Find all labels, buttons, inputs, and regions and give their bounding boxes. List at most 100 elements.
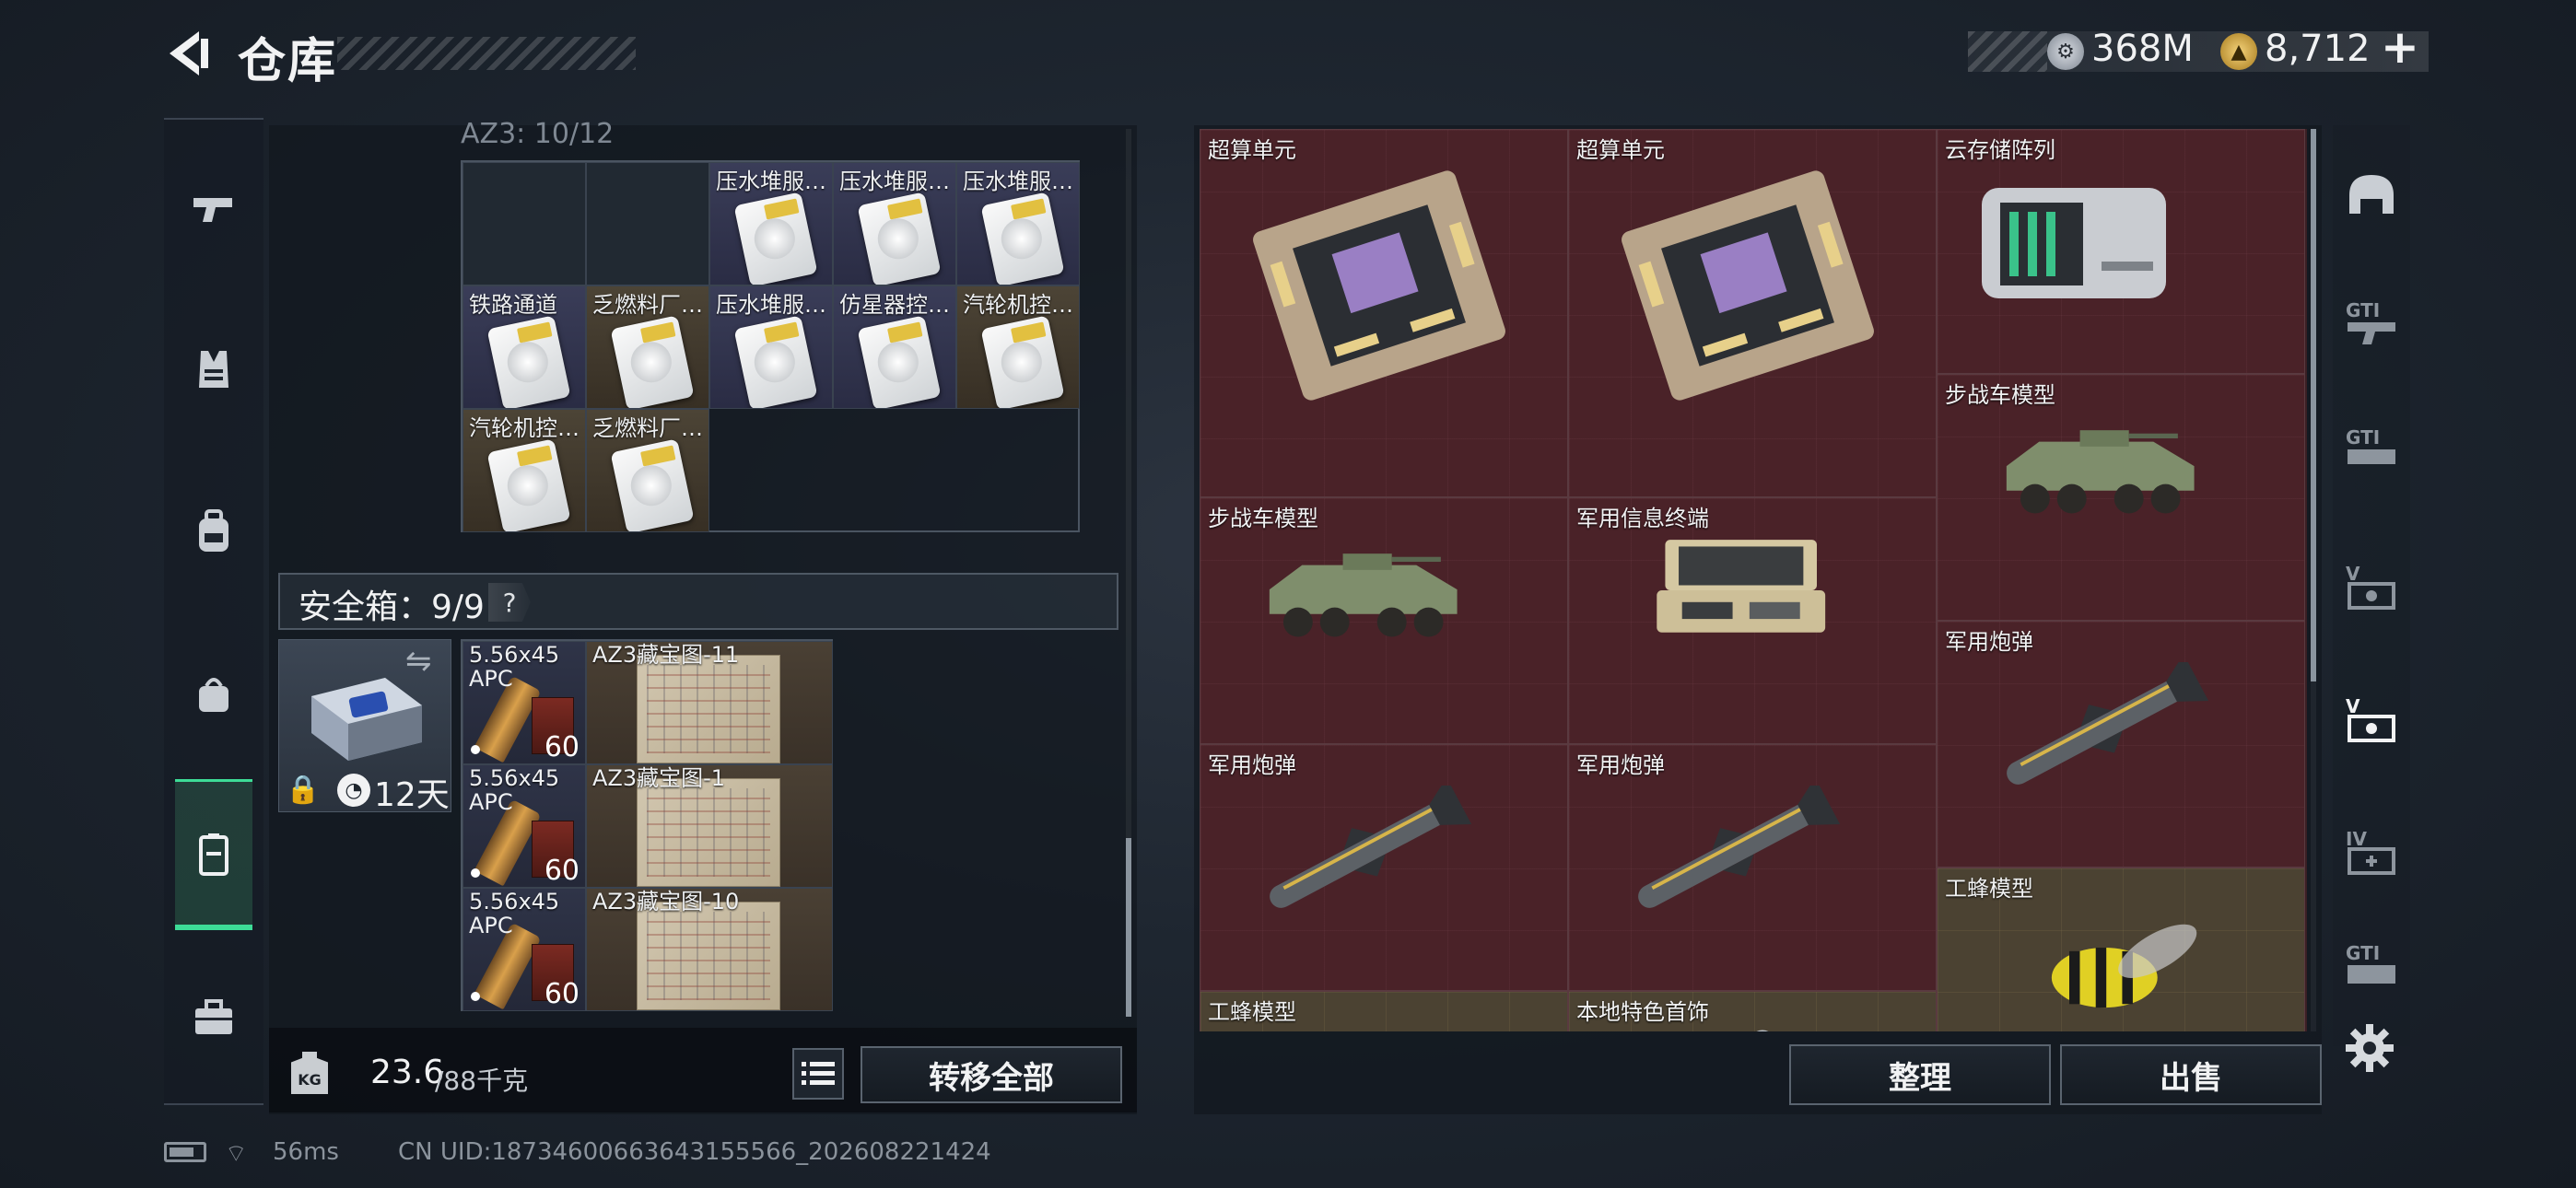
transfer-all-button[interactable]: 转移全部 (861, 1046, 1122, 1103)
loot-item[interactable]: 步战车模型 (1937, 374, 2305, 621)
storage-item-label: 乏燃料厂… (592, 415, 703, 441)
sell-button[interactable]: 出售 (2060, 1044, 2322, 1105)
storage-item[interactable]: 压水堆服… (956, 162, 1080, 285)
loot-item[interactable]: 超算单元 (1568, 129, 1937, 497)
storage-item-label: 汽轮机控… (963, 292, 1073, 318)
briefcase-icon (195, 999, 232, 1034)
storage-item[interactable]: 乏燃料厂… (586, 285, 709, 409)
keycard-icon (980, 192, 1065, 285)
safebox-item-label: AZ3藏宝图-11 (592, 642, 740, 668)
nav-storage[interactable] (175, 779, 252, 930)
circuit-board-icon (1253, 170, 1505, 401)
add-currency-button[interactable]: + (2381, 20, 2419, 74)
loot-item-label: 步战车模型 (1208, 506, 1318, 531)
storage-item-label: 铁路通道 (469, 292, 557, 318)
storage-item-label: 乏燃料厂… (592, 292, 703, 318)
list-view-button[interactable] (792, 1048, 844, 1100)
nav-toolbox[interactable] (175, 967, 252, 1068)
keycard-icon (610, 438, 695, 531)
rnav-v-2[interactable]: V (2338, 678, 2405, 763)
svg-text:GTI: GTI (2346, 299, 2380, 321)
storage-scroll-thumb[interactable] (1126, 838, 1131, 1017)
stack-dot-icon (471, 992, 480, 1001)
ammo-type-label: APC (469, 666, 513, 692)
nav-weapons[interactable] (175, 157, 252, 258)
settings-gear-icon[interactable] (2344, 1022, 2395, 1074)
storage-item-label: 仿星器控… (839, 292, 950, 318)
loot-item[interactable]: 步战车模型 (1200, 497, 1568, 744)
sort-button[interactable]: 整理 (1789, 1044, 2051, 1105)
loot-item-label: 云存储阵列 (1945, 137, 2055, 163)
loot-item[interactable]: 工蜂模型 (1937, 868, 2305, 1031)
loot-item[interactable]: 军用炮弹 (1937, 621, 2305, 868)
rnav-v-1[interactable]: V (2338, 545, 2405, 630)
weight-max: /88千克 (435, 1066, 529, 1096)
loot-item[interactable]: 超算单元 (1200, 129, 1568, 497)
stack-dot-icon (471, 745, 480, 754)
safebox-ammo-item[interactable]: 5.56x45 APC 60 (463, 888, 586, 1011)
safebox-map-item[interactable]: AZ3藏宝图-1 (586, 764, 833, 888)
gold-coin-icon: ▲ (2220, 33, 2257, 70)
rnav-helmet[interactable] (2338, 155, 2405, 239)
loot-item[interactable]: 工蜂模型 (1200, 991, 1568, 1031)
helmet-icon (2349, 175, 2394, 214)
ammo-type-label: APC (469, 913, 513, 938)
category-sidebar (164, 118, 263, 1105)
loot-item[interactable]: 本地特色首饰 (1568, 991, 1937, 1031)
keycard-icon (486, 438, 571, 531)
safebox-grid: 5.56x45 APC 60 AZ3藏宝图-11 5.56x45 APC 60 AZ3藏宝图-… (461, 639, 833, 1011)
nav-armor[interactable] (175, 319, 252, 420)
loot-item[interactable]: 军用信息终端 (1568, 497, 1937, 744)
storage-item[interactable]: 铁路通道 (463, 285, 586, 409)
storage-item[interactable]: 压水堆服… (709, 162, 833, 285)
v-case-active-icon: V (2346, 695, 2395, 742)
nav-backpack[interactable] (175, 481, 252, 582)
ammo-type-label: APC (469, 789, 513, 815)
svg-text:V: V (2346, 563, 2360, 585)
storage-item-label: 压水堆服… (716, 169, 826, 194)
loot-item[interactable]: 军用炮弹 (1568, 744, 1937, 991)
safebox-help-button[interactable]: ? (488, 583, 531, 622)
backpack-icon (199, 509, 228, 552)
clock-icon: ◔ (337, 774, 370, 807)
safebox-label: 安全箱：9/9 (299, 588, 485, 626)
safebox-map-item[interactable]: AZ3藏宝图-11 (586, 641, 833, 764)
keycard-icon (857, 192, 942, 285)
loot-item-label: 军用炮弹 (1208, 752, 1296, 778)
loot-item-label: 步战车模型 (1945, 382, 2055, 408)
storage-item[interactable]: 乏燃料厂… (586, 409, 709, 532)
rnav-gti-3[interactable]: GTI (2338, 930, 2405, 1004)
loot-item-label: 工蜂模型 (1945, 876, 2033, 902)
ping-value: 56ms (273, 1138, 339, 1166)
storage-item[interactable]: 仿星器控… (833, 285, 956, 409)
back-icon[interactable] (162, 26, 212, 81)
pistol-icon (193, 198, 232, 222)
ammo-count: 60 (544, 855, 580, 887)
safebox-ammo-item[interactable]: 5.56x45 APC 60 (463, 641, 586, 764)
storage-slot-empty (463, 162, 586, 285)
rnav-iv[interactable]: IV (2338, 810, 2405, 895)
loot-scroll-thumb[interactable] (2311, 129, 2316, 681)
keycard-icon (733, 192, 818, 285)
safebox-ammo-item[interactable]: 5.56x45 APC 60 (463, 764, 586, 888)
storage-item[interactable]: 汽轮机控… (463, 409, 586, 532)
terminal-icon (1657, 540, 1826, 633)
storage-item[interactable]: 压水堆服… (833, 162, 956, 285)
loot-item[interactable]: 军用炮弹 (1200, 744, 1568, 991)
storage-item[interactable]: 汽轮机控… (956, 285, 1080, 409)
svg-text:GTI: GTI (2346, 426, 2380, 448)
list-icon (802, 1062, 835, 1085)
rnav-gti-2[interactable]: GTI (2338, 409, 2405, 494)
safebox-map-item[interactable]: AZ3藏宝图-10 (586, 888, 833, 1011)
loot-item[interactable]: 云存储阵列 (1937, 129, 2305, 374)
keycard-icon (610, 315, 695, 408)
nav-chest-rig[interactable] (175, 643, 252, 744)
keycard-icon (486, 315, 571, 408)
rnav-gti-1[interactable]: GTI (2338, 282, 2405, 367)
page-title: 仓库 (238, 34, 338, 89)
storage-item[interactable]: 压水堆服… (709, 285, 833, 409)
missile-icon (1270, 786, 1472, 908)
iv-case-icon: IV (2346, 828, 2395, 875)
gold-currency-value: 8,712 (2265, 28, 2371, 70)
jewelry-icon (1756, 1030, 1769, 1031)
